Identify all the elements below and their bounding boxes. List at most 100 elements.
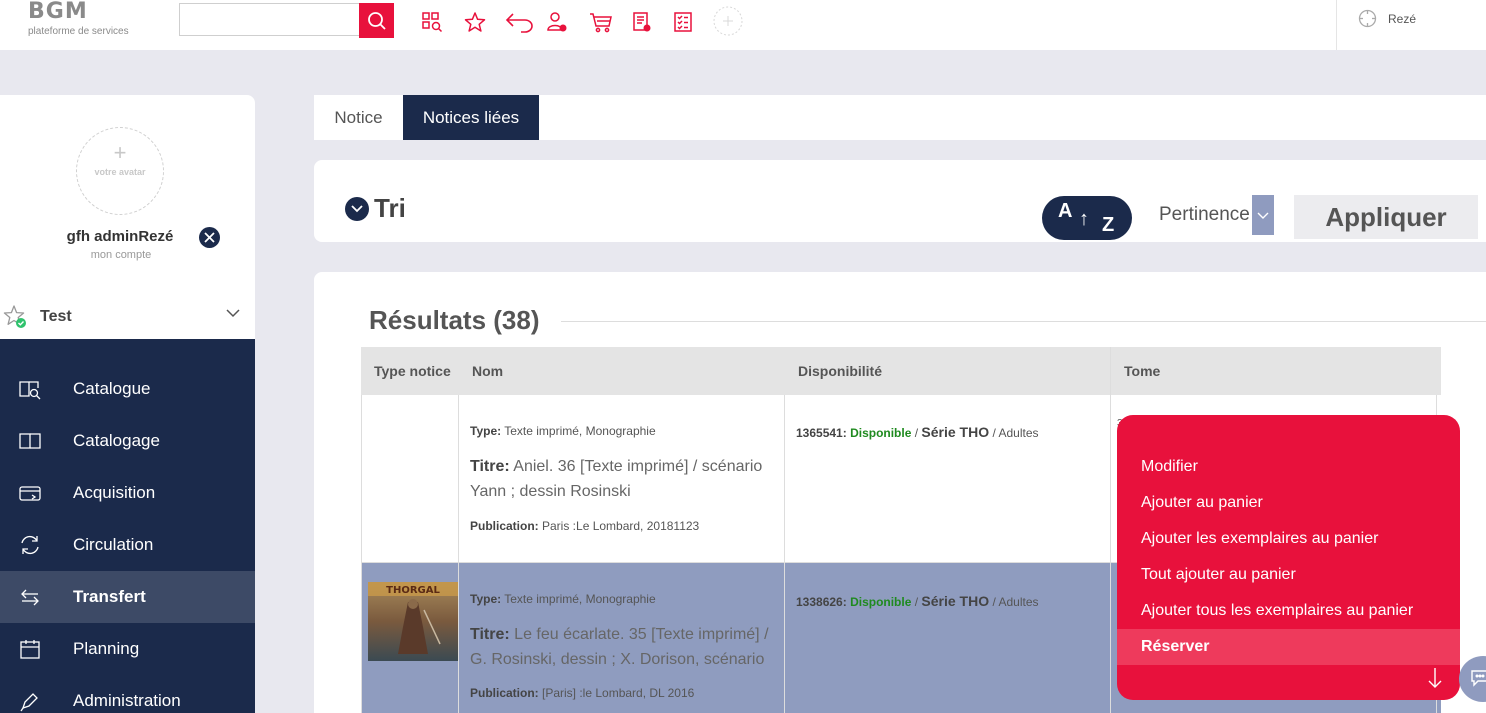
separator: / <box>911 426 922 440</box>
add-shortcut-button[interactable] <box>713 6 743 36</box>
transfer-arrows-icon <box>21 589 39 606</box>
workspace-name: Test <box>40 308 72 325</box>
search-input[interactable] <box>179 3 359 36</box>
nav-item-administration[interactable]: Administration <box>0 675 255 713</box>
titre-value: Le feu écarlate. 35 [Texte imprimé] / G.… <box>470 626 769 668</box>
calendar-icon <box>20 640 40 659</box>
menu-item-ajouter-tous-exemplaires[interactable]: Ajouter tous les exemplaires au panier <box>1117 593 1460 629</box>
availability-cell[interactable]: 1365541: Disponible / Série THO / Adulte… <box>796 424 1039 440</box>
search-button[interactable] <box>359 3 394 38</box>
chevron-down-icon <box>351 205 363 213</box>
titre-cell[interactable]: Titre: Le feu écarlate. 35 [Texte imprim… <box>470 622 782 672</box>
titre-label: Titre: <box>470 458 510 475</box>
document-remove-button[interactable] <box>630 10 654 34</box>
menu-item-reserver[interactable]: Réserver <box>1117 629 1460 665</box>
apply-button[interactable]: Appliquer <box>1294 195 1478 239</box>
nav-item-catalogue[interactable]: Catalogue <box>0 363 255 415</box>
nav-label: Circulation <box>73 535 154 554</box>
menu-item-label: Réserver <box>1141 638 1210 655</box>
sort-order-az-button[interactable]: A ↑ Z <box>1042 196 1132 240</box>
book-cover-thumbnail[interactable]: THORGAL <box>368 582 458 661</box>
select-caret <box>1251 195 1274 235</box>
header-divider <box>1336 0 1337 50</box>
menu-item-label: Ajouter au panier <box>1141 494 1263 511</box>
nav-item-acquisition[interactable]: Acquisition <box>0 467 255 519</box>
open-book-icon <box>19 433 41 449</box>
workspace-selector[interactable]: Test <box>0 295 255 339</box>
cart-button[interactable] <box>589 10 613 34</box>
avatar-label: votre avatar <box>94 167 146 177</box>
plus-circle-icon <box>713 6 743 36</box>
sort-collapse-toggle[interactable] <box>345 197 369 221</box>
menu-item-label: Modifier <box>1141 458 1198 475</box>
catalogue-search-tool-button[interactable] <box>420 10 444 34</box>
close-icon <box>204 232 215 243</box>
menu-item-tout-ajouter-panier[interactable]: Tout ajouter au panier <box>1117 557 1460 593</box>
nav-item-transfert[interactable]: Transfert <box>0 571 255 623</box>
public-label: / Adultes <box>989 595 1039 609</box>
nav-label: Administration <box>73 691 181 710</box>
menu-item-modifier[interactable]: Modifier <box>1117 449 1460 485</box>
public-label: / Adultes <box>989 426 1039 440</box>
logo-subtitle: plateforme de services <box>28 26 129 37</box>
arrow-up-icon: ↑ <box>1079 208 1089 230</box>
avatar-plus-icon: + <box>113 140 127 165</box>
menu-item-ajouter-panier[interactable]: Ajouter au panier <box>1117 485 1460 521</box>
catalogue-search-icon <box>19 381 41 400</box>
undo-button[interactable] <box>505 10 535 34</box>
nav-item-planning[interactable]: Planning <box>0 623 255 675</box>
grid-line <box>784 395 785 713</box>
row-actions-menu: Modifier Ajouter au panier Ajouter les e… <box>1117 415 1460 700</box>
sort-panel: Tri A ↑ Z Pertinence Appliquer <box>314 160 1486 242</box>
refresh-icon <box>21 535 39 555</box>
type-value: Texte imprimé, Monographie <box>501 592 656 606</box>
availability-cell[interactable]: 1338626: Disponible / Série THO / Adulte… <box>796 593 1039 609</box>
nav-item-circulation[interactable]: Circulation <box>0 519 255 571</box>
column-type-notice[interactable]: Type notice <box>374 347 451 395</box>
column-nom[interactable]: Nom <box>472 347 503 395</box>
divider <box>561 321 1486 322</box>
titre-label: Titre: <box>470 626 510 643</box>
publication-value: [Paris] :le Lombard, DL 2016 <box>538 686 695 700</box>
serie-label: Série THO <box>921 593 990 609</box>
publication-label: Publication: <box>470 519 539 533</box>
tab-notice[interactable]: Notice <box>314 95 403 140</box>
star-icon <box>464 12 486 32</box>
scroll-down-arrow-icon[interactable] <box>1427 667 1443 689</box>
tab-notices-liees[interactable]: Notices liées <box>403 95 539 140</box>
grid-search-icon <box>422 12 443 33</box>
separator: / <box>911 595 922 609</box>
logout-button[interactable] <box>199 227 220 248</box>
az-letter-z: Z <box>1102 214 1115 236</box>
column-tome[interactable]: Tome <box>1124 347 1160 395</box>
pen-icon <box>20 693 38 712</box>
column-disponibilite[interactable]: Disponibilité <box>798 347 882 395</box>
nav-label: Planning <box>73 639 140 658</box>
undo-arrow-icon <box>505 13 533 33</box>
checklist-button[interactable] <box>671 10 695 34</box>
add-user-button[interactable] <box>545 10 569 34</box>
crosshair-icon <box>1358 9 1377 28</box>
avatar-upload[interactable]: + votre avatar <box>76 127 164 215</box>
app-logo[interactable]: BGM plateforme de services <box>28 0 129 37</box>
tab-bar: Notice Notices liées <box>314 95 1486 140</box>
menu-item-ajouter-exemplaires-panier[interactable]: Ajouter les exemplaires au panier <box>1117 521 1460 557</box>
account-link[interactable]: mon compte <box>0 249 242 261</box>
sort-title[interactable]: Tri <box>374 193 406 224</box>
cart-icon <box>590 13 612 33</box>
grid-line <box>1110 347 1111 713</box>
copy-number: 1338626: <box>796 595 847 609</box>
nav-item-catalogage[interactable]: Catalogage <box>0 415 255 467</box>
star-check-icon <box>3 305 26 328</box>
cover-title: THORGAL <box>386 585 440 596</box>
publication-cell: Publication: [Paris] :le Lombard, DL 201… <box>470 686 694 700</box>
copy-number: 1365541: <box>796 426 847 440</box>
publication-label: Publication: <box>470 686 539 700</box>
location-selector[interactable]: Rezé <box>1358 9 1416 28</box>
sort-criteria-select[interactable]: Pertinence <box>1159 195 1274 235</box>
titre-cell[interactable]: Titre: Aniel. 36 [Texte imprimé] / scéna… <box>470 454 782 504</box>
main-nav: Catalogue Catalogage Acquisition Circula… <box>0 339 255 713</box>
table-header: Type notice Nom Disponibilité Tome <box>361 347 1441 395</box>
favorites-button[interactable] <box>463 10 487 34</box>
user-add-icon <box>547 12 567 32</box>
